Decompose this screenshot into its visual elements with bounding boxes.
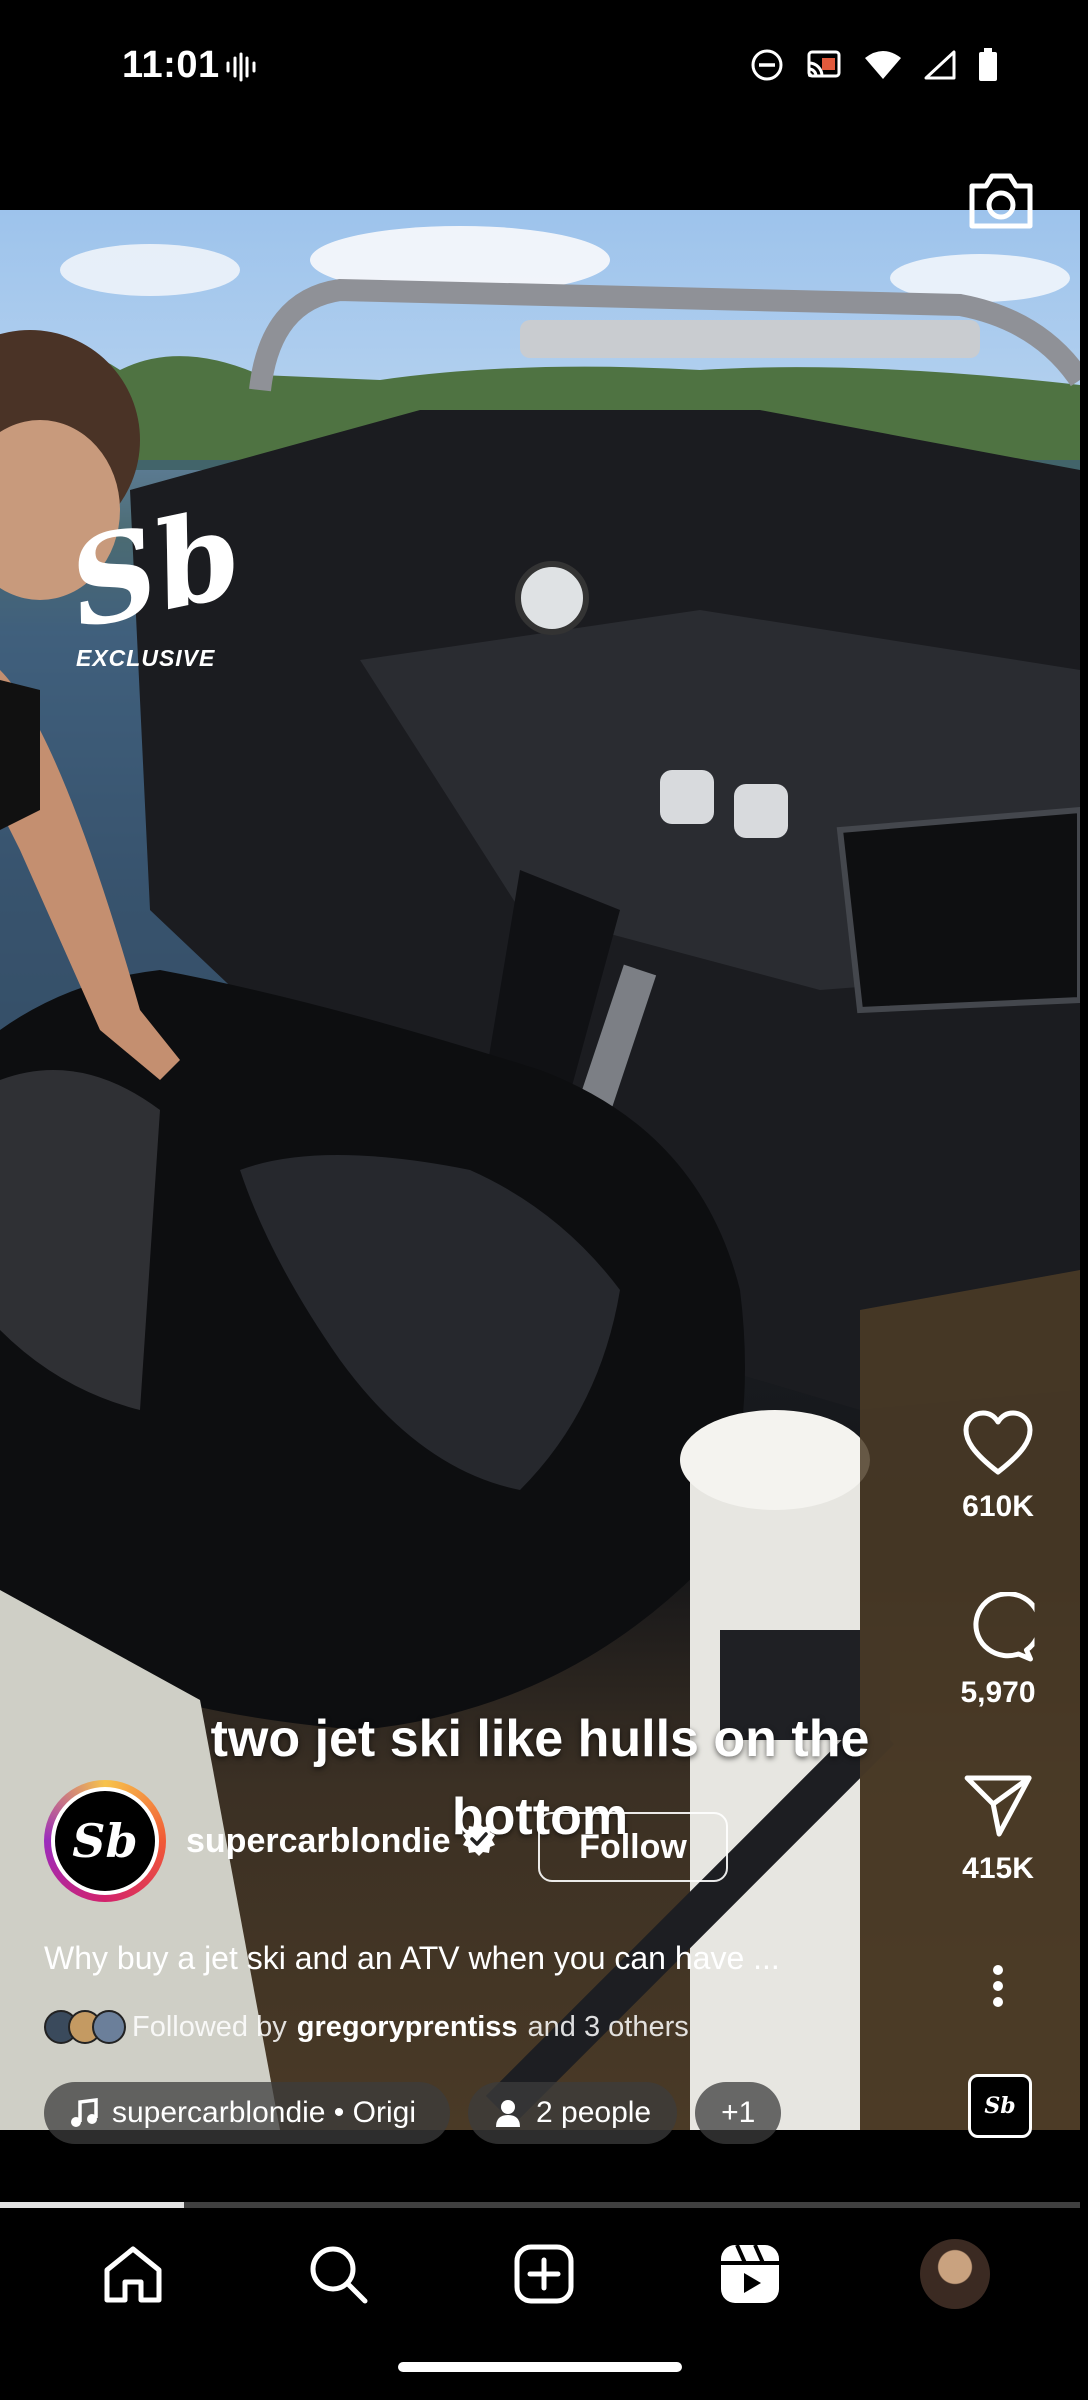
account-row: Sb supercarblondie xyxy=(44,1780,497,1902)
share-count: 415K xyxy=(962,1852,1034,1885)
follow-button[interactable]: Follow xyxy=(538,1812,728,1882)
search-icon[interactable] xyxy=(288,2224,388,2324)
music-note-icon xyxy=(71,2098,98,2127)
reel-chips: supercarblondie • Origi 2 people +1 xyxy=(44,2082,782,2144)
create-icon[interactable] xyxy=(494,2224,594,2324)
home-indicator xyxy=(398,2362,682,2372)
comment-count: 5,970 xyxy=(960,1676,1036,1709)
playback-progress-fill xyxy=(0,2202,184,2208)
battery-icon xyxy=(978,48,998,87)
tagged-people-label: 2 people xyxy=(536,2096,652,2129)
share-icon xyxy=(964,1775,1032,1837)
do-not-disturb-icon xyxy=(750,48,784,87)
like-count: 610K xyxy=(962,1490,1034,1523)
cast-icon xyxy=(806,49,842,86)
followed-by-suffix: and 3 others xyxy=(527,2010,689,2043)
audio-thumbnail[interactable]: Sb xyxy=(968,2074,1032,2138)
signal-icon xyxy=(924,50,956,85)
more-tags-chip[interactable]: +1 xyxy=(695,2082,782,2144)
watermark-logo: Sb xyxy=(57,482,254,657)
avatar-logo: Sb xyxy=(51,1787,159,1895)
action-rail: 610K 5,970 415K xyxy=(908,1410,1088,2110)
comment-button[interactable]: 5,970 xyxy=(960,1592,1036,1710)
audio-label: supercarblondie • Origi xyxy=(112,2096,416,2129)
tagged-people-chip[interactable]: 2 people xyxy=(468,2082,678,2144)
like-button[interactable]: 610K xyxy=(962,1410,1034,1524)
more-tags-label: +1 xyxy=(721,2096,756,2129)
reel-description[interactable]: Why buy a jet ski and an ATV when you ca… xyxy=(44,1940,904,1977)
status-time: 11:01 xyxy=(122,44,220,86)
comment-icon xyxy=(972,1592,1034,1662)
account-avatar[interactable]: Sb xyxy=(44,1780,166,1902)
bottom-nav xyxy=(0,2214,1088,2334)
wifi-icon xyxy=(864,50,902,85)
account-username[interactable]: supercarblondie xyxy=(186,1822,451,1861)
watermark: Sb EXCLUSIVE xyxy=(57,483,253,671)
followed-by-prefix: Followed by xyxy=(132,2010,287,2043)
watermark-label: EXCLUSIVE xyxy=(76,645,216,671)
playback-progress-bar[interactable] xyxy=(0,2202,1080,2208)
vibrate-icon xyxy=(224,52,258,87)
status-bar: 11:01 xyxy=(0,0,1088,134)
followed-by[interactable]: Followed by gregoryprentiss and 3 others xyxy=(44,2010,689,2044)
more-icon[interactable] xyxy=(991,1964,1005,2008)
share-button[interactable]: 415K xyxy=(962,1774,1034,1886)
home-icon[interactable] xyxy=(83,2224,183,2324)
camera-icon[interactable] xyxy=(966,170,1036,237)
profile-avatar[interactable] xyxy=(905,2224,1005,2324)
verified-badge-icon xyxy=(461,1821,497,1862)
reels-icon[interactable] xyxy=(700,2224,800,2324)
follower-avatars xyxy=(44,2010,126,2044)
heart-icon xyxy=(963,1410,1033,1475)
person-icon xyxy=(496,2100,520,2127)
audio-chip[interactable]: supercarblondie • Origi xyxy=(44,2082,450,2144)
followed-by-name: gregoryprentiss xyxy=(296,2010,518,2043)
